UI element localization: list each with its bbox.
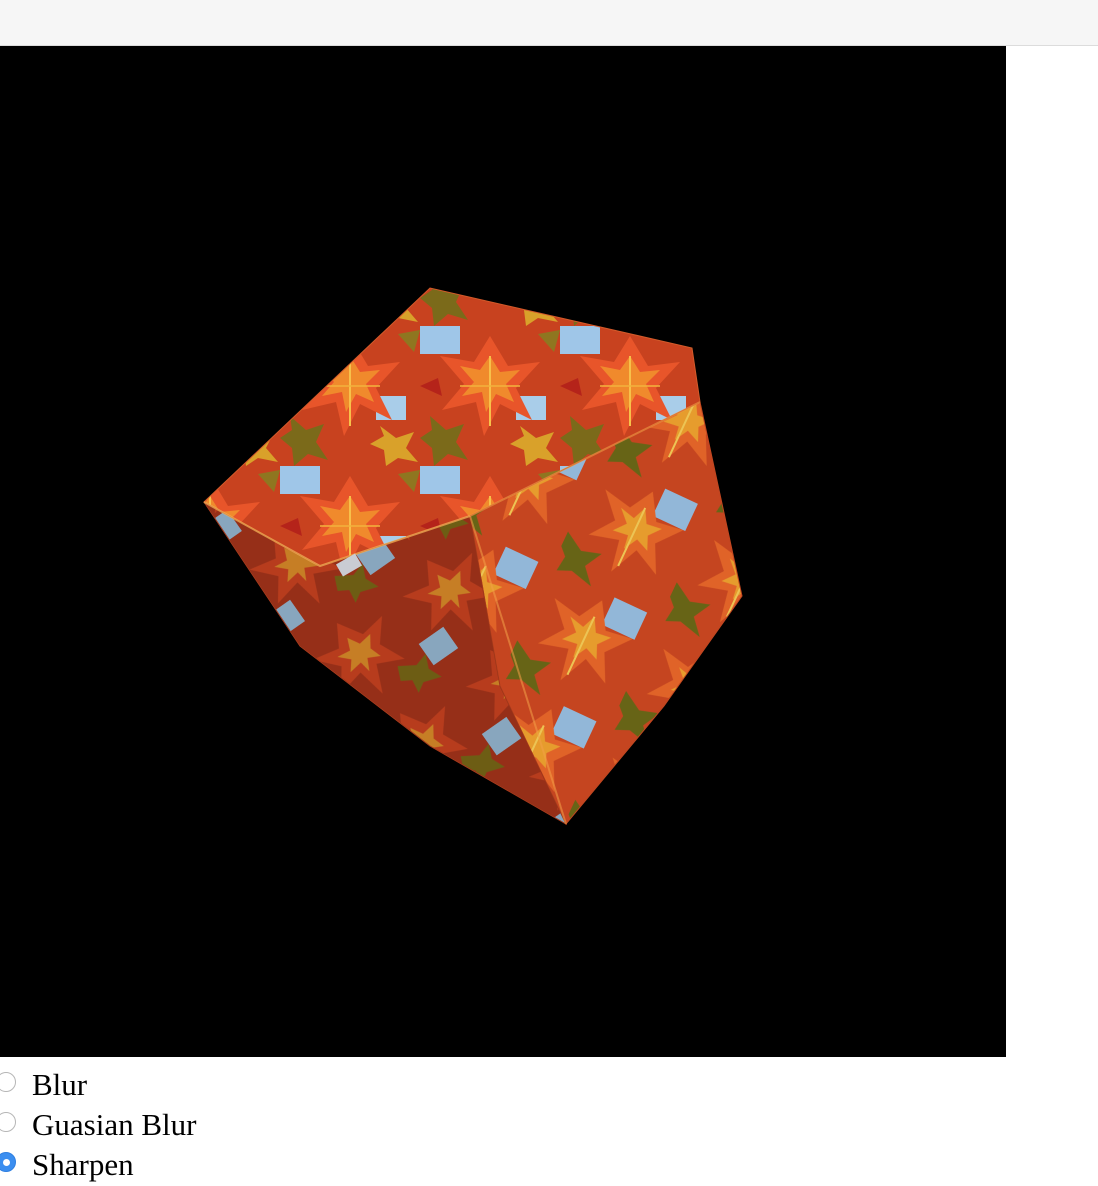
filter-option-sharpen[interactable]: Sharpen <box>0 1146 400 1186</box>
webgl-canvas[interactable] <box>0 46 1006 1057</box>
sharpen-label: Sharpen <box>32 1147 134 1182</box>
cube-render <box>203 287 743 826</box>
filter-option-gaussian-blur[interactable]: Guasian Blur <box>0 1106 400 1146</box>
sharpen-radio[interactable] <box>0 1152 16 1172</box>
gaussian-blur-label: Guasian Blur <box>32 1107 197 1142</box>
gaussian-blur-radio[interactable] <box>0 1112 16 1132</box>
filter-radio-group: Blur Guasian Blur Sharpen <box>0 1066 400 1186</box>
blur-label: Blur <box>32 1067 88 1102</box>
filter-option-blur[interactable]: Blur <box>0 1066 400 1106</box>
browser-toolbar <box>0 0 1098 46</box>
blur-radio[interactable] <box>0 1072 16 1092</box>
